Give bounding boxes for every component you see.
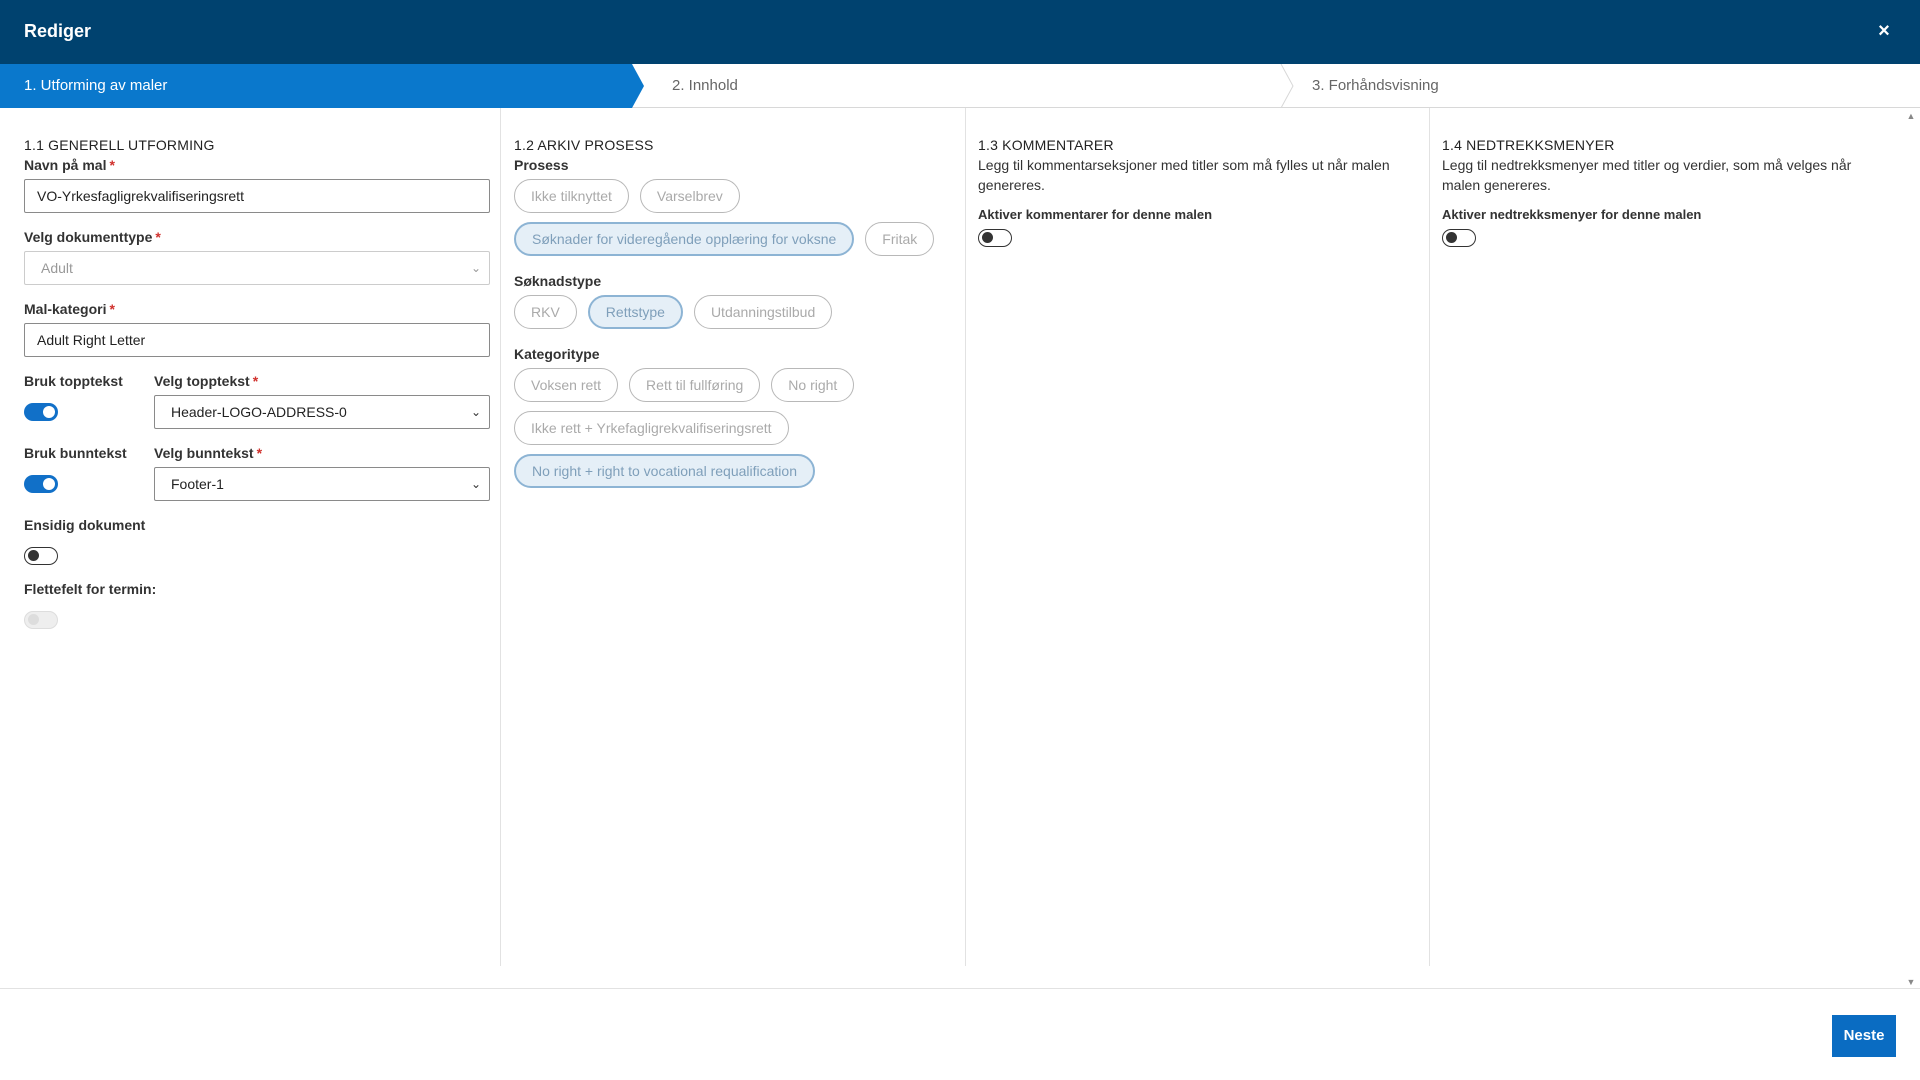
dialog-footer: Neste bbox=[0, 988, 1920, 1080]
header-select-label: Velg topptekst * bbox=[154, 373, 259, 389]
comments-section: 1.3 KOMMENTARER Legg til kommentarseksjo… bbox=[965, 108, 1429, 966]
footer-row: Bruk bunntekst Velg bunntekst * Footer-1 ⌄ bbox=[24, 443, 500, 501]
general-design-section: 1.1 GENERELL UTFORMING Navn på mal * VO-Y… bbox=[0, 108, 500, 966]
footer-select-group: Velg bunntekst * Footer-1 ⌄ bbox=[154, 443, 490, 501]
chevron-down-icon: ⌄ bbox=[470, 261, 481, 275]
application-type-chip-selected[interactable]: Rettstype bbox=[587, 295, 683, 329]
template-name-input[interactable]: VO-Yrkesfagligrekvalifiseringsrett bbox=[24, 179, 490, 213]
section-title: 1.2 ARKIV PROSESS bbox=[514, 137, 654, 153]
category-type-chips-row-2: Ikke rett + Yrkefagligrekvalifiseringsre… bbox=[514, 411, 965, 445]
dropdowns-description: Legg til nedtrekksmenyer med titler og v… bbox=[1442, 157, 1852, 193]
chevron-down-icon: ⌄ bbox=[470, 405, 481, 419]
footer-select-label: Velg bunntekst * bbox=[154, 445, 263, 461]
dialog-header: Rediger × bbox=[0, 0, 1920, 64]
dialog-title: Rediger bbox=[24, 21, 92, 41]
use-header-label: Bruk topptekst bbox=[24, 373, 123, 389]
application-type-label: Søknadstype bbox=[514, 273, 602, 289]
process-chips-row-2: Søknader for videregående opplæring for … bbox=[514, 222, 965, 256]
required-mark: * bbox=[252, 373, 259, 389]
close-icon[interactable]: × bbox=[1870, 17, 1898, 45]
use-header-group: Bruk topptekst bbox=[24, 371, 154, 429]
process-chip[interactable]: Ikke tilknyttet bbox=[514, 179, 629, 213]
application-type-chip[interactable]: RKV bbox=[514, 295, 577, 329]
category-type-chip-selected[interactable]: No right + right to vocational requalifi… bbox=[514, 454, 815, 488]
step-1-design[interactable]: 1. Utforming av maler bbox=[0, 64, 644, 108]
section-title: 1.1 GENERELL UTFORMING bbox=[24, 137, 215, 153]
single-sided-label: Ensidig dokument bbox=[24, 517, 146, 533]
category-type-chip[interactable]: No right bbox=[771, 368, 855, 402]
name-label: Navn på mal * bbox=[24, 157, 115, 173]
process-chips: Ikke tilknyttet Varselbrev bbox=[514, 179, 965, 213]
process-chip-selected[interactable]: Søknader for videregående opplæring for … bbox=[514, 222, 855, 256]
next-button[interactable]: Neste bbox=[1832, 1015, 1896, 1057]
dropdowns-toggle[interactable] bbox=[1442, 229, 1476, 247]
comments-toggle[interactable] bbox=[978, 229, 1012, 247]
application-type-chips: RKV Rettstype Utdanningstilbud bbox=[514, 295, 965, 329]
comments-description: Legg til kommentarseksjoner med titler s… bbox=[978, 157, 1390, 193]
use-footer-group: Bruk bunntekst bbox=[24, 443, 154, 501]
doctype-label: Velg dokumenttype * bbox=[24, 229, 161, 245]
header-select-group: Velg topptekst * Header-LOGO-ADDRESS-0 ⌄ bbox=[154, 371, 490, 429]
use-footer-toggle[interactable] bbox=[24, 475, 58, 493]
required-mark: * bbox=[155, 229, 161, 245]
required-mark: * bbox=[109, 301, 115, 317]
comments-toggle-label: Aktiver kommentarer for denne malen bbox=[978, 207, 1213, 222]
category-type-chip[interactable]: Voksen rett bbox=[514, 368, 619, 402]
header-row: Bruk topptekst Velg topptekst * Header-LO… bbox=[24, 371, 500, 429]
process-label: Prosess bbox=[514, 157, 569, 173]
use-header-toggle[interactable] bbox=[24, 403, 58, 421]
category-type-chip[interactable]: Rett til fullføring bbox=[629, 368, 761, 402]
dropdowns-toggle-label: Aktiver nedtrekksmenyer for denne malen bbox=[1442, 207, 1702, 222]
required-mark: * bbox=[256, 445, 263, 461]
use-footer-label: Bruk bunntekst bbox=[24, 445, 127, 461]
section-title: 1.4 NEDTREKKSMENYER bbox=[1442, 137, 1615, 153]
footer-select[interactable]: Footer-1 ⌄ bbox=[154, 467, 490, 501]
chevron-down-icon: ⌄ bbox=[470, 477, 481, 491]
step-3-preview[interactable]: 3. Forhåndsvisning bbox=[1284, 64, 1920, 108]
scroll-down-icon[interactable]: ▼ bbox=[1906, 978, 1916, 987]
process-chip[interactable]: Fritak bbox=[865, 222, 935, 256]
section-title: 1.3 KOMMENTARER bbox=[978, 137, 1114, 153]
step-2-content[interactable]: 2. Innhold bbox=[644, 64, 1284, 108]
doctype-select[interactable]: Adult ⌄ bbox=[24, 251, 490, 285]
category-type-chips: Voksen rett Rett til fullføring No right bbox=[514, 368, 965, 402]
header-select[interactable]: Header-LOGO-ADDRESS-0 ⌄ bbox=[154, 395, 490, 429]
dropdown-menus-section: 1.4 NEDTREKKSMENYER Legg til nedtrekksme… bbox=[1429, 108, 1909, 966]
category-type-label: Kategoritype bbox=[514, 346, 600, 362]
merge-field-label: Flettefelt for termin: bbox=[24, 581, 157, 597]
application-type-chip[interactable]: Utdanningstilbud bbox=[693, 295, 833, 329]
process-chip[interactable]: Varselbrev bbox=[639, 179, 740, 213]
single-sided-toggle[interactable] bbox=[24, 547, 58, 565]
required-mark: * bbox=[109, 157, 115, 173]
category-input[interactable]: Adult Right Letter bbox=[24, 323, 490, 357]
archive-process-section: 1.2 ARKIV PROSESS Prosess Ikke tilknytte… bbox=[500, 108, 965, 966]
category-label: Mal-kategori * bbox=[24, 301, 115, 317]
category-type-chip[interactable]: Ikke rett + Yrkefagligrekvalifiseringsre… bbox=[514, 411, 789, 445]
category-type-chips-row-3: No right + right to vocational requalifi… bbox=[514, 454, 965, 488]
stepper: 1. Utforming av maler 2. Innhold 3. Forh… bbox=[0, 63, 1920, 109]
merge-field-toggle bbox=[24, 611, 58, 629]
